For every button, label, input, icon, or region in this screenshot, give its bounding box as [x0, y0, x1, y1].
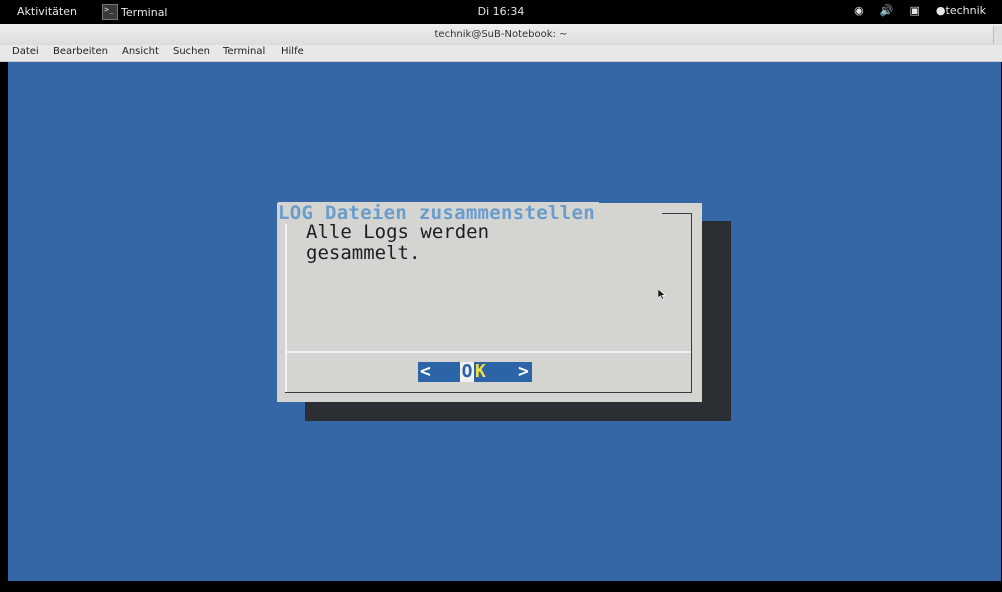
menu-suchen[interactable]: Suchen: [173, 46, 210, 57]
menu-bar: Datei Bearbeiten Ansicht Suchen Terminal…: [0, 45, 1002, 62]
menu-hilfe[interactable]: Hilfe: [281, 46, 304, 57]
network-icon[interactable]: ▣: [909, 4, 919, 17]
button-separator-end: [691, 350, 692, 354]
status-area: ◉ 🔊 ▣ ●technik: [854, 4, 1002, 17]
frame-left: [285, 223, 287, 393]
frame-bottom: [285, 392, 692, 393]
window-close-button[interactable]: [993, 26, 1002, 44]
top-bar: Aktivitäten >_ Terminal Di 16:34 ◉ 🔊 ▣ ●…: [0, 0, 1002, 24]
window-bottom-edge: [0, 581, 1002, 592]
accessibility-icon[interactable]: ◉: [854, 4, 864, 17]
window-left-edge: [0, 62, 8, 581]
ok-right-bracket: >: [518, 361, 529, 382]
ok-button[interactable]: < O K >: [418, 362, 532, 382]
mouse-pointer-icon: [658, 289, 666, 300]
frame-top: [662, 213, 692, 214]
ok-label-k: K: [475, 361, 486, 382]
user-menu[interactable]: ●technik: [936, 4, 1002, 17]
window-title: technik@SuB-Notebook: ~: [434, 29, 568, 40]
frame-right: [691, 215, 692, 393]
menu-datei[interactable]: Datei: [12, 46, 39, 57]
menu-ansicht[interactable]: Ansicht: [122, 46, 159, 57]
clock[interactable]: Di 16:34: [0, 5, 1002, 18]
menu-bearbeiten[interactable]: Bearbeiten: [53, 46, 108, 57]
ok-label-o: O: [460, 361, 474, 382]
volume-icon[interactable]: 🔊: [880, 4, 894, 17]
user-name: technik: [945, 4, 987, 17]
window-titlebar[interactable]: technik@SuB-Notebook: ~: [0, 24, 1002, 46]
log-dialog: LOG Dateien zusammenstellen Alle Logs we…: [277, 202, 702, 402]
dialog-message: Alle Logs werden gesammelt.: [306, 221, 490, 264]
menu-terminal[interactable]: Terminal: [223, 46, 265, 57]
frame-top-corner: [691, 213, 692, 221]
button-separator: [285, 351, 691, 353]
ok-left-bracket: <: [420, 361, 431, 382]
